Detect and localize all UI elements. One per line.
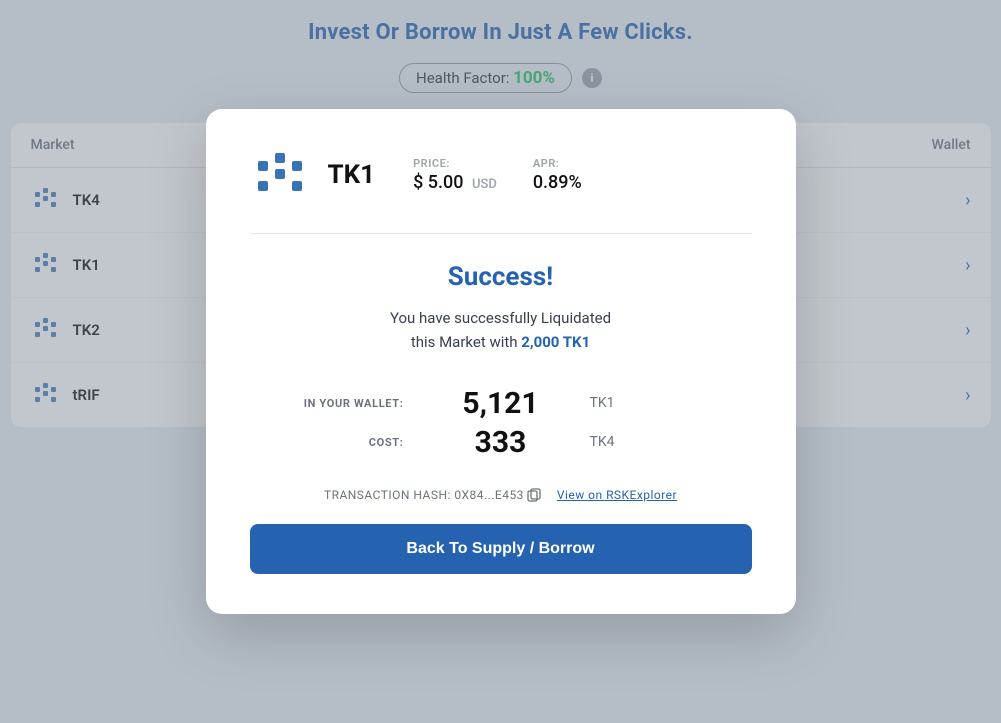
success-title: Success! bbox=[250, 262, 752, 292]
modal-logo-icon bbox=[250, 145, 310, 205]
modal-overlay: TK1 PRICE: $ 5.00 USD APR: 0.89% Success… bbox=[0, 0, 1001, 723]
wallet-value: 5,121 bbox=[424, 386, 578, 421]
price-value: $ 5.00 USD bbox=[413, 172, 497, 193]
back-to-supply-borrow-button[interactable]: Back To Supply / Borrow bbox=[250, 524, 752, 574]
apr-value: 0.89% bbox=[533, 172, 582, 193]
apr-meta: APR: 0.89% bbox=[533, 157, 582, 193]
cost-label: COST: bbox=[270, 425, 424, 460]
price-meta: PRICE: $ 5.00 USD bbox=[413, 157, 497, 193]
modal-divider bbox=[250, 233, 752, 234]
wallet-token: TK1 bbox=[578, 386, 732, 421]
success-modal: TK1 PRICE: $ 5.00 USD APR: 0.89% Success… bbox=[206, 109, 796, 615]
tx-hash-label: TRANSACTION HASH: 0X84...E453 bbox=[324, 488, 524, 502]
modal-token-name: TK1 bbox=[328, 160, 376, 190]
cost-value: 333 bbox=[424, 425, 578, 460]
apr-label: APR: bbox=[533, 157, 582, 170]
cost-token: TK4 bbox=[578, 425, 732, 460]
success-amount: 2,000 TK1 bbox=[521, 333, 590, 351]
wallet-label: IN YOUR WALLET: bbox=[270, 386, 424, 421]
rsk-explorer-link[interactable]: View on RSKExplorer bbox=[557, 488, 677, 502]
modal-meta: PRICE: $ 5.00 USD APR: 0.89% bbox=[413, 157, 582, 193]
tx-hash-row: TRANSACTION HASH: 0X84...E453 View on RS… bbox=[250, 488, 752, 503]
price-label: PRICE: bbox=[413, 157, 497, 170]
modal-header: TK1 PRICE: $ 5.00 USD APR: 0.89% bbox=[250, 145, 752, 205]
info-grid: IN YOUR WALLET: 5,121 TK1 COST: 333 TK4 bbox=[250, 386, 752, 460]
success-description: You have successfully Liquidated this Ma… bbox=[250, 306, 752, 354]
copy-icon[interactable] bbox=[527, 488, 541, 502]
